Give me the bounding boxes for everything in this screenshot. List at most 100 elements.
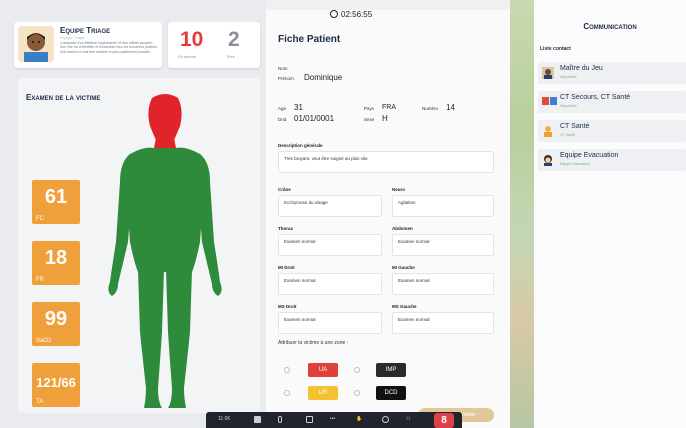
vital-sao2-value: 99 [44,308,68,330]
screen-share-icon[interactable] [306,416,313,423]
vital-fc: 61 FC [32,180,80,224]
counters-card: 10 En attente 2 Triés [168,22,260,68]
patient-sheet: Fiche Patient Nom Prénom Dominique Age 3… [266,10,510,428]
zone-dcd-button[interactable]: DCD [376,386,406,400]
pays-value: FRA [382,104,396,111]
crane-field[interactable]: Ecchymose du visage [278,195,382,217]
vital-ta-value: 121/66 [36,375,76,390]
thorax-label: Thorax [278,226,294,231]
exam-title: Examen de la victime [26,93,101,102]
contact-name: CT Santé [560,123,590,130]
thorax-field[interactable]: Examen normal [278,234,382,256]
zone-ua-button[interactable]: UA [308,363,338,377]
contact-status: Disponible [560,75,577,79]
body-zone-head[interactable] [148,94,182,140]
exam-panel: Examen de la victime 61 FC 18 FR 99 SaO2… [18,78,260,413]
description-field[interactable]: Très bruyant, veut être soigné au plus v… [278,151,494,173]
zone-ur-radio[interactable] [284,390,290,396]
numero-value: 14 [446,103,455,112]
participants-icon[interactable]: ⚇ [406,416,410,422]
contact-item[interactable]: CT Santé CT Santé [538,120,686,142]
clock-icon [330,10,338,18]
zone-label: Attribuer la victime à une zone : [278,340,349,346]
toolbar-time: 11:06 [218,416,231,422]
game-timer: 02:56:55 [330,10,372,19]
ms-gauche-field[interactable]: Examen normal [392,312,494,334]
contact-status: CT Santé [560,133,576,137]
contact-status: Disponible [560,104,577,108]
pays-label: Pays [364,106,375,111]
map-background [510,0,534,428]
video-icon[interactable] [254,416,261,423]
ms-droit-label: MS Droit [278,304,297,309]
zone-dcd-radio[interactable] [354,390,360,396]
ddn-value: 01/01/0001 [294,114,335,123]
body-zone-neck[interactable] [154,138,176,148]
vital-fc-label: FC [36,216,44,222]
body-zone-leg-right[interactable] [138,270,164,408]
abdomen-field[interactable]: Examen normal [392,234,494,256]
communication-title: Communication [583,22,637,31]
team-avatar [18,26,54,62]
crane-label: Crâne [278,187,291,192]
numero-label: Numéro [422,106,439,111]
zone-imp-button[interactable]: IMP [376,363,406,377]
body-zone-torso[interactable] [125,147,205,272]
sexe-value: H [382,114,388,123]
description-label: Description générale [278,143,323,148]
microphone-icon[interactable] [278,416,282,423]
sheet-title: Fiche Patient [278,34,341,45]
hand-icon[interactable]: ✋ [356,416,362,422]
vital-fc-value: 61 [44,186,68,208]
vital-fr: 18 FR [32,241,80,285]
zone-imp-radio[interactable] [354,367,360,373]
evacuation-icon [544,155,552,166]
team-description: Composée d'un Médecin expérimenté et d'u… [60,41,158,54]
ms-droit-field[interactable]: Examen normal [278,312,382,334]
timer-value: 02:56:55 [341,10,373,19]
zone-ur-button[interactable]: UR [308,386,338,400]
vital-ta-label: TA [36,399,44,405]
person-icon [542,67,554,79]
reaction-icon[interactable] [382,416,389,423]
contact-status: Equipe Evacuation [560,162,590,166]
contact-list-title: Liste contact [540,46,571,52]
ms-gauche-label: MS Gauche [392,304,417,309]
contact-name: Equipe Evacuation [560,152,619,159]
zone-ua-radio[interactable] [284,367,290,373]
neuro-field[interactable]: Agitation [392,195,494,217]
mi-gauche-field[interactable]: Examen normal [392,273,494,295]
vital-ta: 121/66 TA [32,363,80,407]
ddn-label: Dnd [278,117,287,122]
mi-droit-label: MI Droit [278,265,295,270]
team-name: Equipe Triage [60,26,111,35]
body-zone-arm-left[interactable] [198,154,222,296]
end-call-button[interactable]: 8 [434,413,454,428]
body-zone-arm-right[interactable] [108,154,132,296]
mi-gauche-label: MI Gauche [392,265,415,270]
sorted-label: Triés [226,54,235,59]
contact-name: CT Secours, CT Santé [560,94,631,101]
nom-label: Nom [278,66,288,71]
prenom-label: Prénom [278,76,294,81]
group-icon [542,97,557,105]
team-card: Equipe Triage Equipe Triage Composée d'u… [14,22,162,68]
vital-fr-value: 18 [44,247,68,269]
contact-item[interactable]: Maître du Jeu Disponible [538,62,686,84]
waiting-label: En attente [178,54,197,59]
contact-item[interactable]: CT Secours, CT Santé Disponible [538,91,686,113]
communication-panel: Communication Liste contact Maître du Je… [534,0,686,428]
vital-sao2-label: SaO2 [36,338,52,344]
medic-icon [544,126,552,137]
sexe-label: Sexe [364,117,375,122]
more-icon[interactable]: ••• [330,416,335,422]
abdomen-label: Abdomen [392,226,413,231]
vital-fr-label: FR [36,277,44,283]
body-diagram[interactable] [104,92,226,412]
mi-droit-field[interactable]: Examen normal [278,273,382,295]
body-zone-leg-left[interactable] [166,270,192,408]
age-label: Age [278,106,287,111]
age-value: 31 [294,103,303,112]
prenom-value: Dominique [304,73,343,82]
contact-item[interactable]: Equipe Evacuation Equipe Evacuation [538,149,686,171]
